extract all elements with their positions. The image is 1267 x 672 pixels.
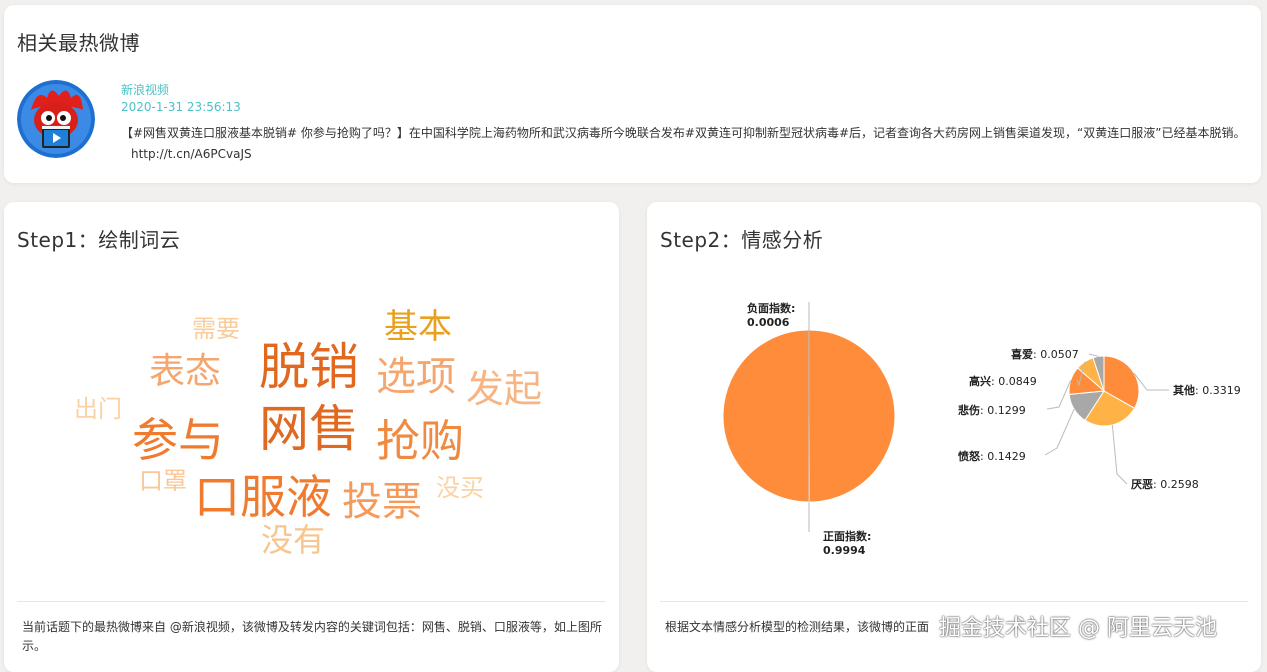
hot-post-title: 相关最热微博 — [17, 27, 140, 56]
wordcloud-word: 没买 — [436, 476, 484, 500]
wordcloud-word: 投票 — [342, 482, 422, 522]
wordcloud-word: 网售 — [259, 404, 359, 454]
divider — [17, 601, 606, 602]
emotion-pie-leader-line — [1089, 354, 1098, 356]
emotion-pie-leader-line — [1134, 373, 1169, 390]
emotion-pie-label: 愤怒: 0.1429 — [958, 449, 1026, 463]
emotion-pie-label: 高兴: 0.0849 — [969, 374, 1037, 388]
emotion-pie-leader-line — [1045, 409, 1074, 455]
wordcloud: 网售 脱销口服液 参与 抢购 选项投票 表态 发起基本没有 需要出门口罩 没买 — [4, 262, 619, 582]
emotion-pie-label: 喜爱: 0.0507 — [1011, 347, 1079, 361]
wordcloud-word: 发起 — [466, 370, 542, 408]
post-timestamp: 2020-1-31 23:56:13 — [121, 100, 241, 114]
wordcloud-word: 基本 — [384, 310, 452, 344]
wordcloud-title: Step1：绘制词云 — [17, 224, 180, 253]
wordcloud-word: 脱销 — [259, 342, 359, 392]
wordcloud-word: 表态 — [149, 354, 221, 390]
emotion-pie-label: 厌恶: 0.2598 — [1131, 478, 1199, 491]
wordcloud-word: 参与 — [132, 417, 224, 463]
wordcloud-word: 选项 — [376, 357, 456, 397]
hot-post-card: 相关最热微博 新浪视频 2020-1-31 23:56:13 【#网售双黄连口服… — [4, 5, 1261, 183]
watermark: 掘金技术社区 @ 阿里云天池 — [939, 610, 1217, 642]
author-name[interactable]: 新浪视频 — [121, 81, 169, 98]
sentiment-pie-charts: 正面指数:0.9994 负面指数:0.0006 其他: 0.3319 厌恶: 0.25… — [647, 262, 1261, 602]
sentiment-card: Step2：情感分析 正面指数:0.9994 负面指数:0.0006 其他: 0.3… — [647, 202, 1261, 672]
wordcloud-word: 抢购 — [376, 420, 464, 464]
divider — [660, 601, 1248, 602]
wordcloud-word: 没有 — [261, 524, 325, 556]
emotion-pie-leader-line — [1047, 380, 1071, 409]
wordcloud-word: 出门 — [74, 397, 122, 421]
emotion-pie-leader-line — [1112, 425, 1127, 484]
emotion-pie-label: 其他: 0.3319 — [1173, 383, 1241, 397]
sentiment-pie-label: 负面指数:0.0006 — [747, 301, 795, 329]
wordcloud-caption: 当前话题下的最热微博来自 @新浪视频，该微博及转发内容的关键词包括：网售、脱销、… — [22, 618, 602, 656]
sentiment-pie-label: 正面指数:0.9994 — [823, 529, 871, 557]
sentiment-title: Step2：情感分析 — [660, 224, 823, 253]
wordcloud-word: 口服液 — [194, 474, 332, 520]
post-link[interactable]: http://t.cn/A6PCvaJS — [131, 147, 252, 161]
post-content: 【#网售双黄连口服液基本脱销# 你参与抢购了吗？】在中国科学院上海药物所和武汉病… — [121, 123, 1246, 165]
emotion-pie-label: 悲伤: 0.1299 — [958, 403, 1026, 417]
author-avatar[interactable] — [17, 80, 95, 158]
wordcloud-word: 口罩 — [139, 469, 187, 493]
wordcloud-word: 需要 — [192, 317, 240, 341]
wordcloud-card: Step1：绘制词云 网售 脱销口服液 参与 抢购 选项投票 表态 发起基本没有 需要出门口罩… — [4, 202, 619, 672]
post-text: 【#网售双黄连口服液基本脱销# 你参与抢购了吗？】在中国科学院上海药物所和武汉病… — [121, 126, 1245, 140]
